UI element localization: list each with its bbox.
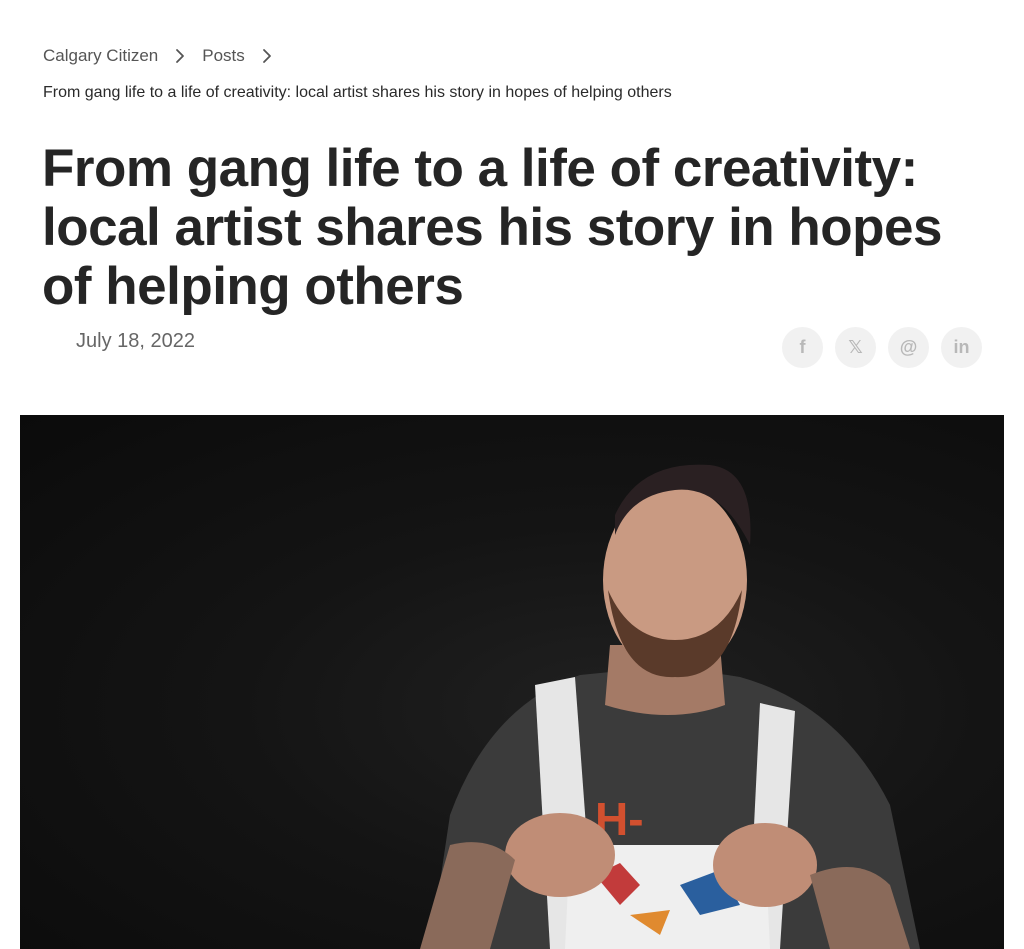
breadcrumb: Calgary Citizen Posts — [43, 46, 289, 66]
hero-image: H- — [20, 415, 1004, 949]
x-icon: 𝕏 — [848, 337, 863, 357]
share-x-button[interactable]: 𝕏 — [835, 327, 876, 368]
share-bar: f 𝕏 @ in — [782, 327, 982, 368]
share-linkedin-button[interactable]: in — [941, 327, 982, 368]
artist-portrait: H- — [420, 464, 920, 949]
facebook-icon: f — [799, 337, 806, 357]
breadcrumb-current: From gang life to a life of creativity: … — [43, 84, 672, 101]
breadcrumb-posts-link[interactable]: Posts — [202, 46, 245, 66]
linkedin-icon: in — [953, 337, 970, 357]
article-title: From gang life to a life of creativity: … — [42, 139, 943, 316]
article-date: July 18, 2022 — [76, 330, 195, 352]
breadcrumb-home-link[interactable]: Calgary Citizen — [43, 46, 158, 66]
chevron-right-icon — [259, 48, 275, 64]
share-facebook-button[interactable]: f — [782, 327, 823, 368]
share-threads-button[interactable]: @ — [888, 327, 929, 368]
chevron-right-icon — [172, 48, 188, 64]
threads-icon: @ — [899, 337, 918, 357]
